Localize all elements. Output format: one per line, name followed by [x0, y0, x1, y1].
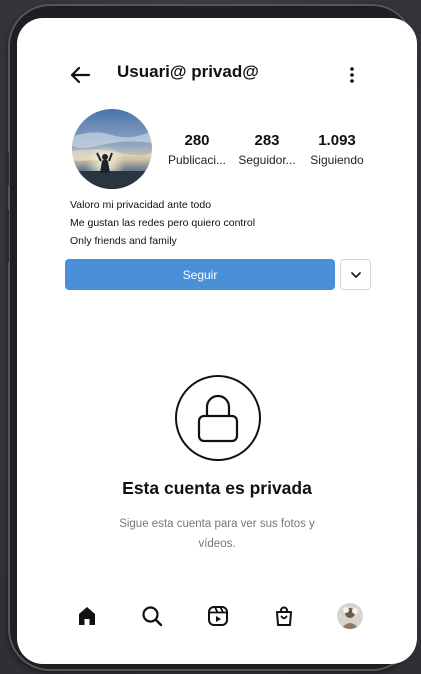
private-account-title: Esta cuenta es privada: [122, 478, 312, 498]
follow-button[interactable]: Seguir: [65, 259, 335, 290]
profile-avatar[interactable]: [337, 603, 363, 629]
back-arrow-icon[interactable]: [67, 62, 93, 88]
chevron-down-icon: [350, 271, 361, 278]
profile-avatar[interactable]: [72, 109, 152, 189]
stat-posts-label: Publicaci...: [167, 153, 227, 167]
more-options-icon[interactable]: [344, 64, 360, 86]
side-button: [5, 209, 9, 263]
shop-icon[interactable]: [272, 604, 296, 628]
stat-posts[interactable]: 280 Publicaci...: [157, 132, 237, 167]
stat-followers[interactable]: 283 Seguidor...: [227, 132, 307, 167]
bio-line: Only friends and family: [70, 235, 177, 247]
bio-line: Valoro mi privacidad ante todo: [70, 199, 212, 211]
page-title: Usuari@ privad@: [117, 62, 259, 81]
stat-following-value: 1.093: [318, 132, 356, 149]
home-icon[interactable]: [75, 604, 99, 628]
bio-line: Me gustan las redes pero quiero control: [70, 217, 256, 229]
private-account-subtitle: Sigue esta cuenta para ver sus fotos y v…: [119, 518, 315, 550]
stat-following-label: Siguiendo: [310, 153, 364, 167]
reels-icon[interactable]: [206, 604, 230, 628]
stat-followers-value: 283: [254, 132, 280, 149]
stat-followers-label: Seguidor...: [238, 153, 296, 167]
app-screen: Usuari@ privad@ 280 Publicaci... 283 Seg…: [17, 18, 417, 664]
device-background: Usuari@ privad@ 280 Publicaci... 283 Seg…: [0, 0, 421, 674]
volume-button: [5, 152, 9, 186]
stat-posts-value: 280: [184, 132, 210, 149]
suggestions-dropdown-button[interactable]: [340, 259, 371, 290]
stat-following[interactable]: 1.093 Siguiendo: [297, 132, 377, 167]
search-icon[interactable]: [140, 604, 164, 628]
lock-icon: [174, 374, 262, 462]
